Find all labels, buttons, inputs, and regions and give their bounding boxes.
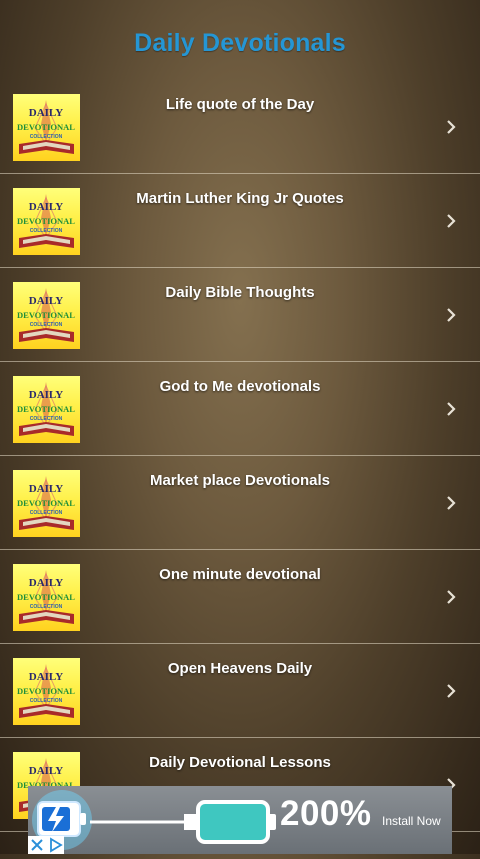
- thumb-line2: DEVOTIONAL: [17, 592, 75, 602]
- thumb-line3: COLLECTION: [30, 604, 63, 610]
- list-item-label: Daily Devotional Lessons: [149, 754, 331, 771]
- thumb-line3: COLLECTION: [30, 134, 63, 140]
- devotional-thumbnail: DAILY DEVOTIONAL COLLECTION: [13, 94, 80, 161]
- list-item-4[interactable]: DAILY DEVOTIONAL COLLECTION God to Me de…: [0, 362, 480, 456]
- devotional-thumbnail: DAILY DEVOTIONAL COLLECTION: [13, 282, 80, 349]
- devotional-thumbnail: DAILY DEVOTIONAL COLLECTION: [13, 188, 80, 255]
- page-title: Daily Devotionals: [134, 29, 346, 57]
- thumb-line2: DEVOTIONAL: [17, 498, 75, 508]
- thumb-line3: COLLECTION: [30, 416, 63, 422]
- ad-percent: 200%: [280, 794, 372, 833]
- thumb-line3: COLLECTION: [30, 228, 63, 234]
- devotional-thumbnail: DAILY DEVOTIONAL COLLECTION: [13, 658, 80, 725]
- devotional-thumbnail: DAILY DEVOTIONAL COLLECTION: [13, 376, 80, 443]
- ad-banner[interactable]: 200% Install Now: [28, 786, 452, 854]
- thumb-line3: COLLECTION: [30, 698, 63, 704]
- devotional-thumbnail: DAILY DEVOTIONAL COLLECTION: [13, 564, 80, 631]
- list-item-label: Open Heavens Daily: [167, 660, 313, 677]
- chevron-right-icon: [444, 402, 458, 416]
- devotional-thumbnail: DAILY DEVOTIONAL COLLECTION: [13, 470, 80, 537]
- thumb-line1: DAILY: [29, 107, 63, 119]
- thumb-line1: DAILY: [29, 765, 63, 777]
- thumb-line2: DEVOTIONAL: [17, 310, 75, 320]
- chevron-right-icon: [444, 684, 458, 698]
- chevron-right-icon: [444, 590, 458, 604]
- thumb-line2: DEVOTIONAL: [17, 404, 75, 414]
- thumb-line1: DAILY: [29, 671, 63, 683]
- list-item-5[interactable]: DAILY DEVOTIONAL COLLECTION Market place…: [0, 456, 480, 550]
- list-item-label: One minute devotional: [159, 566, 321, 583]
- thumb-line1: DAILY: [29, 389, 63, 401]
- adchoices-icon[interactable]: [46, 836, 64, 854]
- list-item-2[interactable]: DAILY DEVOTIONAL COLLECTION Martin Luthe…: [0, 174, 480, 268]
- list-item-1[interactable]: DAILY DEVOTIONAL COLLECTION Life quote o…: [0, 80, 480, 174]
- chevron-right-icon: [444, 496, 458, 510]
- list-item-label: God to Me devotionals: [159, 378, 321, 395]
- thumb-line2: DEVOTIONAL: [17, 122, 75, 132]
- list-item-7[interactable]: DAILY DEVOTIONAL COLLECTION Open Heavens…: [0, 644, 480, 738]
- thumb-line1: DAILY: [29, 295, 63, 307]
- list-item-6[interactable]: DAILY DEVOTIONAL COLLECTION One minute d…: [0, 550, 480, 644]
- app-screen: Daily Devotionals DAILY DEVOTIONAL COLLE…: [0, 0, 480, 854]
- thumb-line3: COLLECTION: [30, 510, 63, 516]
- thumb-line2: DEVOTIONAL: [17, 686, 75, 696]
- list-item-label: Martin Luther King Jr Quotes: [136, 190, 344, 207]
- thumb-line3: COLLECTION: [30, 322, 63, 328]
- list-item-label: Market place Devotionals: [149, 472, 331, 489]
- thumb-line1: DAILY: [29, 201, 63, 213]
- close-icon[interactable]: [28, 836, 46, 854]
- chevron-right-icon: [444, 214, 458, 228]
- list-item-label: Life quote of the Day: [165, 96, 315, 113]
- battery-icon: [37, 801, 86, 837]
- thumb-line2: DEVOTIONAL: [17, 216, 75, 226]
- thumb-line1: DAILY: [29, 577, 63, 589]
- install-now-button[interactable]: Install Now: [382, 814, 441, 828]
- thumb-line1: DAILY: [29, 483, 63, 495]
- devotional-list: DAILY DEVOTIONAL COLLECTION Life quote o…: [0, 80, 480, 832]
- chevron-right-icon: [444, 308, 458, 322]
- chevron-right-icon: [444, 120, 458, 134]
- list-item-label: Daily Bible Thoughts: [165, 284, 315, 301]
- list-item-3[interactable]: DAILY DEVOTIONAL COLLECTION Daily Bible …: [0, 268, 480, 362]
